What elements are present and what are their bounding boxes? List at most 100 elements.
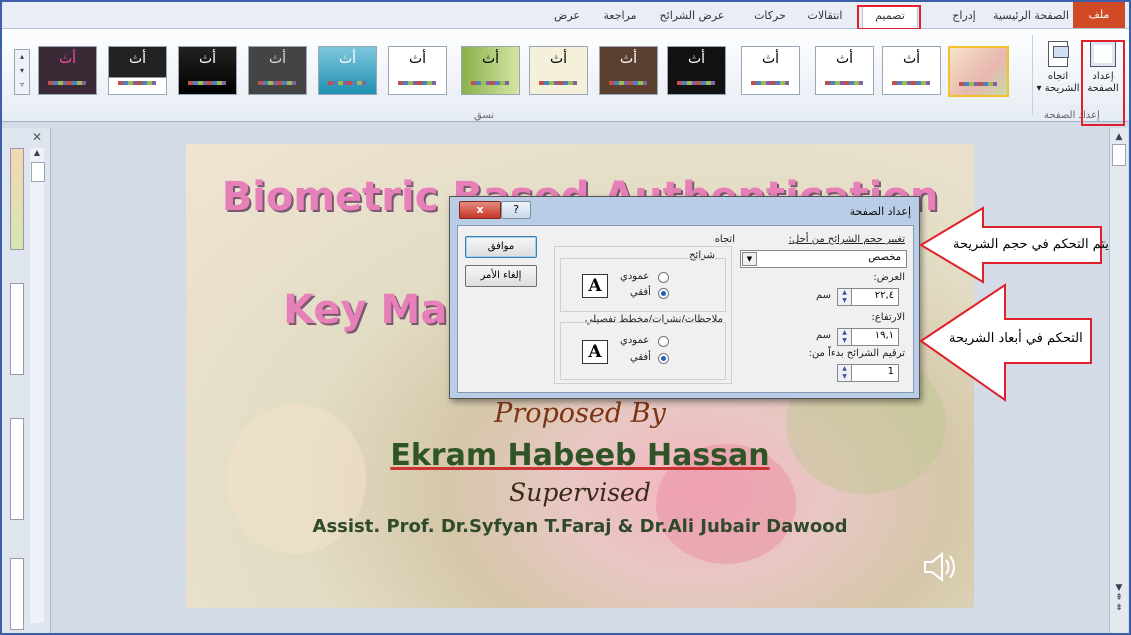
dialog-help-button[interactable]: ? bbox=[501, 201, 531, 219]
powerpoint-window: ملف الصفحة الرئيسية إدراج تصميم انتقالات… bbox=[0, 0, 1131, 635]
theme-glyph: أث bbox=[338, 51, 357, 67]
notes-portrait-label[interactable]: عمودي bbox=[620, 335, 649, 346]
dims-callout: التحكم في أبعاد الشريحة bbox=[919, 283, 1093, 403]
page-setup-highlight bbox=[1081, 40, 1125, 126]
theme-thumb-10[interactable]: أث bbox=[318, 46, 377, 95]
notes-landscape-radio[interactable] bbox=[658, 353, 669, 364]
theme-thumb-4[interactable]: أث bbox=[741, 46, 800, 95]
scroll-up-icon[interactable]: ▲ bbox=[1110, 132, 1128, 142]
tab-transitions[interactable]: انتقالات bbox=[800, 7, 850, 25]
theme-thumb-14[interactable]: أث bbox=[38, 46, 97, 95]
slide-thumbnail-4[interactable] bbox=[10, 558, 24, 630]
group-divider bbox=[1032, 35, 1033, 115]
height-unit: سم bbox=[815, 330, 831, 341]
theme-glyph: أث bbox=[835, 51, 854, 67]
supervised-text[interactable]: Supervised bbox=[186, 478, 974, 507]
size-callout: يتم التحكم في حجم الشريحة bbox=[919, 205, 1109, 285]
author-name[interactable]: Ekram Habeeb Hassan bbox=[186, 438, 974, 473]
theme-thumb-12[interactable]: أث bbox=[178, 46, 237, 95]
slides-landscape-label[interactable]: أفقي bbox=[630, 287, 651, 298]
editor-scrollbar[interactable]: ▲ ▼ ⇞ ⇟ bbox=[1109, 128, 1128, 633]
slides-portrait-label[interactable]: عمودي bbox=[620, 271, 649, 282]
size-callout-text: يتم التحكم في حجم الشريحة bbox=[953, 237, 1109, 252]
cancel-button[interactable]: إلغاء الأمر bbox=[465, 265, 537, 287]
width-input[interactable]: ٢٢,٤ ▲ ▼ bbox=[837, 288, 899, 306]
supervisors-text[interactable]: Assist. Prof. Dr.Syfyan T.Faraj & Dr.Ali… bbox=[186, 516, 974, 537]
theme-thumb-5[interactable]: أث bbox=[667, 46, 726, 95]
design-tab-highlight bbox=[857, 5, 921, 30]
numbering-input[interactable]: 1 ▲ ▼ bbox=[837, 364, 899, 382]
tab-animations[interactable]: حركات bbox=[748, 7, 792, 25]
theme-thumb-2[interactable]: أث bbox=[882, 46, 941, 95]
speaker-icon[interactable] bbox=[919, 547, 959, 587]
notes-landscape-label[interactable]: أفقي bbox=[630, 352, 651, 363]
dialog-body: تغيير حجم الشرائح من أجل: مخصص ▼ العرض: … bbox=[457, 225, 914, 393]
close-pane-icon[interactable]: ✕ bbox=[32, 130, 42, 144]
theme-glyph: أث bbox=[128, 51, 147, 67]
theme-glyph: أث bbox=[268, 51, 287, 67]
theme-thumb-11[interactable]: أث bbox=[248, 46, 307, 95]
notes-orientation-icon: A bbox=[582, 340, 608, 364]
theme-gallery-scroll[interactable]: ▴ ▾ ▿ bbox=[14, 49, 30, 95]
ok-button[interactable]: موافق bbox=[465, 236, 537, 258]
height-label: الارتفاع: bbox=[871, 312, 905, 323]
theme-thumb-3[interactable]: أث bbox=[815, 46, 874, 95]
slide-thumbnail-2[interactable] bbox=[10, 283, 24, 375]
orientation-title: اتجاه bbox=[714, 234, 735, 245]
theme-glyph: أث bbox=[687, 51, 706, 67]
pane-scrollbar[interactable]: ▲ bbox=[30, 148, 45, 623]
height-spinner-icon[interactable]: ▲ ▼ bbox=[837, 328, 852, 346]
width-value: ٢٢,٤ bbox=[874, 290, 894, 301]
theme-glyph: أث bbox=[761, 51, 780, 67]
width-unit: سم bbox=[815, 290, 831, 301]
theme-thumb-1[interactable] bbox=[948, 46, 1009, 97]
scroll-thumb[interactable] bbox=[31, 162, 45, 182]
scroll-up-icon[interactable]: ▲ bbox=[30, 148, 44, 162]
theme-thumb-6[interactable]: أث bbox=[599, 46, 658, 95]
theme-glyph: أث bbox=[619, 51, 638, 67]
tab-review[interactable]: مراجعة bbox=[595, 7, 645, 25]
numbering-label: ترقيم الشرائح بدءاً من: bbox=[808, 348, 905, 359]
theme-thumb-13[interactable]: أث bbox=[108, 46, 167, 95]
tab-file[interactable]: ملف bbox=[1073, 2, 1125, 28]
ribbon: إعداد الصفحة اتجاه الشريحة ▾ إعداد الصفح… bbox=[2, 29, 1129, 122]
scroll-nav-icon[interactable]: ▼ ⇞ ⇟ bbox=[1110, 583, 1128, 613]
scroll-thumb[interactable] bbox=[1112, 144, 1126, 166]
dialog-title: إعداد الصفحة bbox=[849, 205, 911, 218]
tab-home[interactable]: الصفحة الرئيسية bbox=[992, 7, 1070, 25]
numbering-spinner-icon[interactable]: ▲ ▼ bbox=[837, 364, 852, 382]
slides-pane: ✕ ▲ bbox=[2, 128, 51, 633]
width-label: العرض: bbox=[873, 272, 905, 283]
orientation-icon bbox=[1048, 41, 1069, 67]
tab-insert[interactable]: إدراج bbox=[942, 7, 986, 25]
height-value: ١٩,١ bbox=[874, 330, 894, 341]
slide-thumbnail-3[interactable] bbox=[10, 418, 24, 520]
slide-size-label: تغيير حجم الشرائح من أجل: bbox=[788, 234, 905, 245]
proposed-by-text[interactable]: Proposed By bbox=[186, 398, 974, 429]
theme-glyph: أث bbox=[481, 51, 500, 67]
chevron-down-icon[interactable]: ▼ bbox=[742, 252, 757, 266]
theme-thumb-9[interactable]: أث bbox=[388, 46, 447, 95]
theme-thumb-7[interactable]: أث bbox=[529, 46, 588, 95]
slides-orientation-icon: A bbox=[582, 274, 608, 298]
theme-glyph: أث bbox=[902, 51, 921, 67]
tab-view[interactable]: عرض bbox=[547, 7, 587, 25]
slide-size-select[interactable]: مخصص ▼ bbox=[740, 250, 907, 268]
page-setup-dialog: x ? إعداد الصفحة تغيير حجم الشرائح من أج… bbox=[449, 196, 920, 399]
slide-orientation-button[interactable]: اتجاه الشريحة ▾ bbox=[1036, 41, 1080, 99]
dims-callout-text: التحكم في أبعاد الشريحة bbox=[949, 331, 1083, 346]
slide-thumbnail-1[interactable] bbox=[10, 148, 24, 250]
dialog-close-button[interactable]: x bbox=[459, 201, 501, 219]
width-spinner-icon[interactable]: ▲ ▼ bbox=[837, 288, 852, 306]
slides-portrait-radio[interactable] bbox=[658, 272, 669, 283]
height-input[interactable]: ١٩,١ ▲ ▼ bbox=[837, 328, 899, 346]
theme-thumb-8[interactable]: أث bbox=[461, 46, 520, 95]
slides-landscape-radio[interactable] bbox=[658, 288, 669, 299]
ribbon-tabs: ملف الصفحة الرئيسية إدراج تصميم انتقالات… bbox=[2, 2, 1129, 29]
themes-group-label: نسق bbox=[474, 110, 495, 121]
tab-slideshow[interactable]: عرض الشرائح bbox=[652, 7, 732, 25]
slide-size-value: مخصص bbox=[868, 252, 901, 263]
numbering-value: 1 bbox=[887, 366, 894, 377]
notes-portrait-radio[interactable] bbox=[658, 336, 669, 347]
theme-glyph: أث bbox=[198, 51, 217, 67]
